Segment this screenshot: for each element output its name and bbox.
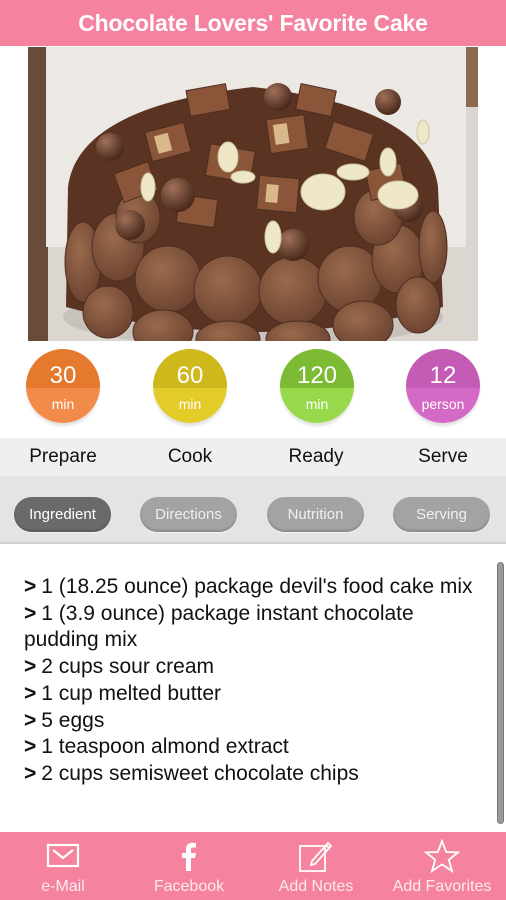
email-button[interactable]: e-Mail bbox=[0, 832, 126, 900]
add-notes-button[interactable]: Add Notes bbox=[253, 832, 379, 900]
stat-cook-badge: 60 min bbox=[153, 349, 227, 423]
stat-unit: min bbox=[178, 396, 202, 412]
recipe-photo bbox=[28, 47, 478, 341]
facebook-icon bbox=[126, 838, 252, 874]
list-item: >2 cups semisweet chocolate chips bbox=[24, 761, 474, 788]
ingredients-panel: >1 (18.25 ounce) package devil's food ca… bbox=[0, 546, 506, 832]
app-header: Chocolate Lovers' Favorite Cake bbox=[0, 0, 506, 46]
stat-value: 12 bbox=[429, 362, 457, 389]
email-label: e-Mail bbox=[41, 878, 85, 895]
stat-label-prepare: Prepare bbox=[29, 446, 97, 467]
ingredient-text: 2 cups semisweet chocolate chips bbox=[41, 761, 359, 785]
tab-serving[interactable]: Serving bbox=[393, 497, 490, 532]
envelope-icon bbox=[0, 838, 126, 874]
tab-ingredient[interactable]: Ingredient bbox=[14, 497, 111, 532]
list-item: >1 teaspoon almond extract bbox=[24, 734, 474, 761]
ingredient-text: 5 eggs bbox=[41, 708, 105, 732]
stat-label-cook: Cook bbox=[167, 446, 213, 467]
bottom-action-bar: e-Mail Facebook Add Notes Add Favorites bbox=[0, 832, 506, 900]
stat-unit: min bbox=[305, 396, 329, 412]
edit-note-icon bbox=[253, 838, 379, 874]
facebook-button[interactable]: Facebook bbox=[126, 832, 252, 900]
bullet-arrow: > bbox=[24, 575, 37, 598]
bullet-arrow: > bbox=[24, 761, 37, 785]
stat-value: 60 bbox=[176, 362, 204, 389]
stat-ready-badge: 120 min bbox=[280, 349, 354, 423]
stat-label-ready: Ready bbox=[288, 446, 344, 467]
page-title: Chocolate Lovers' Favorite Cake bbox=[78, 9, 428, 36]
stat-serve-badge: 12 person bbox=[406, 349, 480, 423]
stat-labels: Prepare Cook Ready Serve bbox=[0, 438, 506, 476]
list-item: >1 cup melted butter bbox=[24, 681, 474, 708]
stat-value: 120 bbox=[296, 362, 338, 389]
stat-unit: min bbox=[51, 396, 75, 412]
cake-image bbox=[28, 47, 478, 341]
bullet-arrow: > bbox=[24, 681, 37, 705]
list-item: >5 eggs bbox=[24, 708, 474, 735]
add-favorites-label: Add Favorites bbox=[392, 878, 492, 895]
scrollbar[interactable] bbox=[497, 562, 504, 824]
ingredient-list: >1 (18.25 ounce) package devil's food ca… bbox=[24, 574, 474, 788]
ingredient-text: 1 (3.9 ounce) package instant chocolate … bbox=[24, 601, 414, 652]
recipe-stats: 30 min 60 min 120 min 12 person bbox=[0, 341, 506, 438]
tab-directions[interactable]: Directions bbox=[140, 497, 237, 532]
bullet-arrow: > bbox=[24, 601, 37, 625]
stat-unit: person bbox=[421, 396, 465, 412]
tab-nutrition[interactable]: Nutrition bbox=[267, 497, 364, 532]
list-item: >1 (3.9 ounce) package instant chocolate… bbox=[24, 601, 474, 654]
ingredient-text: 1 (18.25 ounce) package devil's food cak… bbox=[41, 575, 473, 598]
stat-label-serve: Serve bbox=[418, 446, 468, 467]
ingredient-text: 2 cups sour cream bbox=[41, 655, 215, 679]
bullet-arrow: > bbox=[24, 655, 37, 679]
bullet-arrow: > bbox=[24, 708, 37, 732]
add-favorites-button[interactable]: Add Favorites bbox=[379, 832, 505, 900]
recipe-tabs: Ingredient Directions Nutrition Serving bbox=[0, 476, 506, 544]
star-icon bbox=[379, 838, 505, 874]
stat-prepare-badge: 30 min bbox=[26, 349, 100, 423]
facebook-label: Facebook bbox=[153, 878, 225, 895]
stat-value: 30 bbox=[49, 362, 77, 389]
add-notes-label: Add Notes bbox=[278, 878, 354, 895]
list-item: >2 cups sour cream bbox=[24, 654, 474, 681]
bullet-arrow: > bbox=[24, 735, 37, 759]
ingredient-text: 1 cup melted butter bbox=[41, 681, 222, 705]
list-item: >1 (18.25 ounce) package devil's food ca… bbox=[24, 574, 474, 601]
ingredient-text: 1 teaspoon almond extract bbox=[41, 735, 289, 759]
